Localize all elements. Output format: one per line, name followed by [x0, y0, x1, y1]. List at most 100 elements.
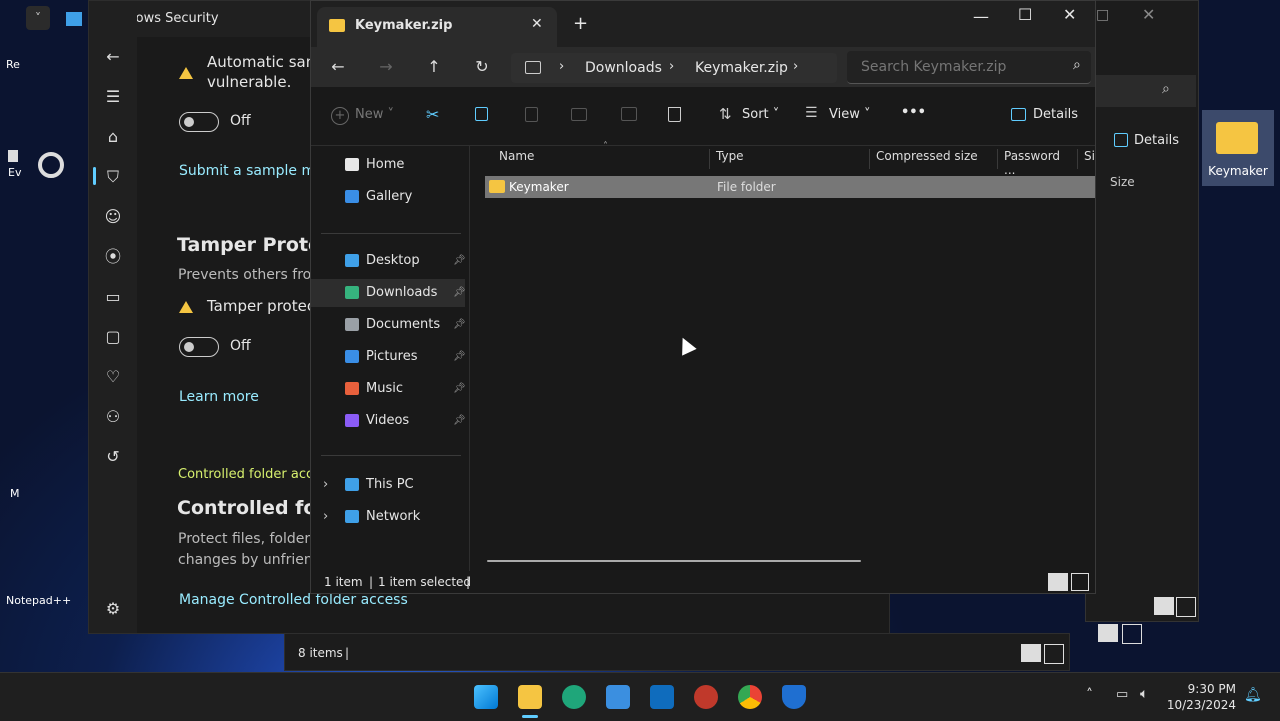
settings-gear-icon[interactable]: ⚙ [103, 599, 123, 619]
sidebar-item-network[interactable]: › Network [311, 503, 465, 531]
sidebar-item-videos[interactable]: Videos 📌︎ [311, 407, 466, 435]
network-icon[interactable]: ▭ [1116, 687, 1128, 702]
more-options-button[interactable]: ••• [901, 105, 926, 120]
view-tiles-icon[interactable] [1044, 644, 1064, 664]
start-windows-icon[interactable] [474, 685, 498, 709]
trash-icon[interactable] [668, 107, 681, 122]
sidebar-item-documents[interactable]: Documents 📌︎ [311, 311, 466, 339]
sidebar-item-music[interactable]: Music 📌︎ [311, 375, 466, 403]
paste-icon[interactable] [525, 107, 538, 122]
up-arrow-icon[interactable]: ↑ [423, 57, 445, 77]
sidebar-item-downloads[interactable]: Downloads 📌︎ [311, 279, 466, 307]
wireless-icon[interactable]: ⦿ [103, 247, 123, 267]
tamper-toggle[interactable] [179, 337, 219, 357]
desktop-icon-mail[interactable]: M [10, 487, 20, 500]
column-header-compressed-size[interactable]: Compressed size [869, 149, 996, 169]
background-explorer-window[interactable]: □ ✕ ⌕ Details Size [1085, 0, 1199, 622]
volume-icon[interactable]: 🔈︎ [1140, 686, 1148, 702]
details-button[interactable]: Details [1033, 107, 1078, 122]
shield-icon[interactable]: ⛉ [103, 167, 123, 187]
close-icon[interactable]: ✕ [1063, 5, 1076, 24]
chevron-down-icon[interactable]: ˅ [26, 6, 50, 30]
chevron-up-icon[interactable]: ˄ [1086, 687, 1093, 703]
chrome-icon[interactable] [38, 152, 64, 178]
breadcrumb-keymaker-zip[interactable]: Keymaker.zip [695, 60, 788, 76]
notification-bell-icon[interactable]: 🔔︎ [1244, 687, 1262, 703]
desktop-icon-evernote[interactable]: Ev [8, 166, 21, 179]
cfa-link[interactable]: Controlled folder acce [178, 467, 321, 482]
column-header-name[interactable]: Name [493, 149, 699, 169]
details-button[interactable]: Details [1134, 133, 1179, 148]
maximize-icon[interactable]: □ [1096, 7, 1109, 23]
search-box[interactable]: ⌕ [1086, 75, 1196, 107]
clock-date[interactable]: 10/23/2024 [1166, 698, 1236, 712]
history-icon[interactable]: ↺ [103, 447, 123, 467]
back-arrow-icon[interactable]: ← [103, 47, 123, 67]
chevron-right-icon[interactable]: › [793, 59, 798, 74]
cut-icon[interactable]: ✂ [426, 105, 439, 124]
store-icon[interactable] [606, 685, 630, 709]
column-header-type[interactable]: Type [709, 149, 866, 169]
view-tiles-icon[interactable] [1071, 573, 1089, 591]
search-box[interactable]: ⌕ [847, 51, 1091, 84]
search-input[interactable] [859, 57, 1063, 77]
view-details-icon[interactable] [1098, 624, 1118, 642]
chrome-icon[interactable] [738, 685, 762, 709]
view-details-icon[interactable] [1048, 573, 1068, 591]
sort-button[interactable]: Sort ˅ [742, 107, 779, 122]
clock-time[interactable]: 9:30 PM [1170, 682, 1236, 696]
tab-close-icon[interactable]: ✕ [531, 16, 543, 32]
family-icon[interactable]: ⚇ [103, 407, 123, 427]
breadcrumb[interactable]: › Downloads › Keymaker.zip › [511, 53, 837, 83]
maximize-icon[interactable]: ☐ [1018, 5, 1032, 24]
desktop-icon-recycle-bin[interactable]: Re [6, 58, 20, 71]
app-red-icon[interactable] [694, 685, 718, 709]
sidebar-item-home[interactable]: Home [311, 151, 465, 179]
rename-icon[interactable] [571, 108, 587, 121]
view-tiles-icon[interactable] [1122, 624, 1142, 644]
home-icon[interactable]: ⌂ [103, 127, 123, 147]
column-header-size[interactable]: Si [1077, 149, 1096, 169]
view-details-icon[interactable] [1021, 644, 1041, 662]
sidebar-item-this-pc[interactable]: › This PC [311, 471, 465, 499]
column-header-size[interactable]: Size [1110, 175, 1135, 189]
file-explorer-icon[interactable] [518, 685, 542, 709]
new-tab-plus-icon[interactable]: + [573, 13, 588, 34]
windows-security-shield-icon[interactable] [782, 685, 806, 709]
menu-icon[interactable]: ☰ [103, 87, 123, 107]
new-button[interactable]: New ˅ [355, 107, 394, 122]
learn-more-link[interactable]: Learn more [179, 389, 259, 405]
app-browser-icon[interactable]: ▭ [103, 287, 123, 307]
column-header-password[interactable]: Password ... [997, 149, 1074, 177]
desktop-icon-keymaker[interactable]: Keymaker [1202, 110, 1274, 186]
divider [321, 233, 461, 234]
back-arrow-icon[interactable]: ← [327, 57, 349, 77]
device-icon[interactable]: ▢ [103, 327, 123, 347]
forward-arrow-icon[interactable]: → [375, 57, 397, 77]
view-details-icon[interactable] [1154, 597, 1174, 615]
minimize-icon[interactable]: — [973, 7, 989, 26]
close-icon[interactable]: ✕ [1142, 5, 1155, 24]
sidebar-item-desktop[interactable]: Desktop 📌︎ [311, 247, 466, 275]
edge-icon[interactable] [562, 685, 586, 709]
refresh-icon[interactable]: ↻ [471, 57, 493, 77]
table-row[interactable]: Keymaker File folder [485, 176, 1095, 198]
chevron-right-icon[interactable]: › [323, 503, 328, 531]
desktop-icon-notepad-plus-plus[interactable]: Notepad++ [6, 594, 71, 607]
health-icon[interactable]: ♡ [103, 367, 123, 387]
sidebar-item-gallery[interactable]: Gallery [311, 183, 465, 211]
manage-cfa-link[interactable]: Manage Controlled folder access [179, 592, 408, 608]
share-icon[interactable] [621, 107, 637, 121]
auto-sample-toggle[interactable] [179, 112, 219, 132]
sidebar-item-pictures[interactable]: Pictures 📌︎ [311, 343, 466, 371]
breadcrumb-downloads[interactable]: Downloads [585, 60, 662, 76]
file-explorer-window[interactable]: Keymaker.zip ✕ + — ☐ ✕ ← → ↑ ↻ › Downloa… [310, 0, 1096, 594]
tab-keymaker-zip[interactable]: Keymaker.zip ✕ [317, 7, 557, 47]
chevron-right-icon[interactable]: › [323, 471, 328, 499]
view-button[interactable]: View ˅ [829, 107, 871, 122]
view-tiles-icon[interactable] [1176, 597, 1196, 617]
outlook-icon[interactable] [650, 685, 674, 709]
copy-icon[interactable] [475, 107, 488, 121]
horizontal-scrollbar[interactable] [487, 560, 861, 562]
person-icon[interactable]: ☺ [103, 207, 123, 227]
